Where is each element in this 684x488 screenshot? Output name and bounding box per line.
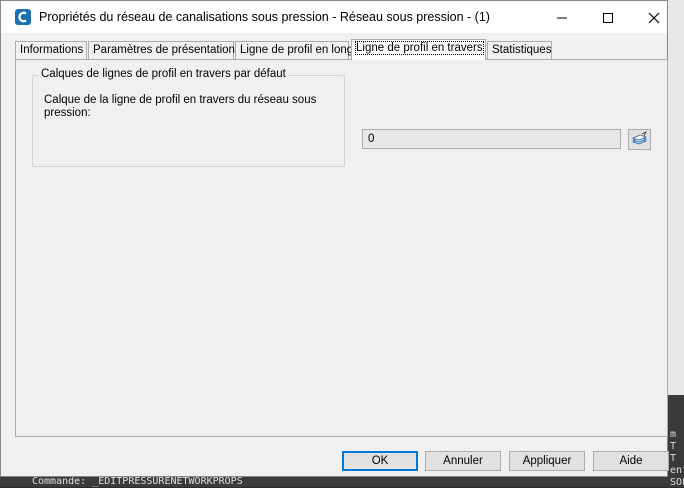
- help-button[interactable]: Aide: [593, 451, 669, 471]
- tab-informations[interactable]: Informations: [15, 41, 87, 59]
- close-icon: [648, 12, 660, 24]
- side-text-4: ent: [670, 465, 684, 476]
- command-line: Commande: _EDITPRESSURENETWORKPROPS: [0, 477, 668, 487]
- tab-profil-en-travers[interactable]: Ligne de profil en travers: [351, 39, 486, 60]
- tab-statistiques[interactable]: Statistiques: [487, 41, 552, 59]
- minimize-icon: [557, 17, 567, 19]
- side-text-5: SOLV: [670, 477, 684, 488]
- properties-dialog: Propriétés du réseau de canalisations so…: [0, 0, 669, 477]
- layers-icon: [631, 131, 648, 145]
- civil3d-c-icon: [15, 9, 31, 25]
- maximize-button[interactable]: [585, 1, 631, 33]
- close-button[interactable]: [631, 1, 677, 33]
- group-legend: Calques de lignes de profil en travers p…: [39, 68, 288, 80]
- maximize-icon: [603, 12, 613, 23]
- minimize-button[interactable]: [539, 1, 585, 33]
- default-layers-group: Calques de lignes de profil en travers p…: [32, 68, 345, 167]
- background-dark-area: m T T ent SOLV: [668, 395, 684, 488]
- side-text-1: m: [670, 429, 677, 440]
- cancel-button[interactable]: Annuler: [425, 451, 501, 471]
- side-text-2: T: [670, 441, 677, 452]
- ok-button[interactable]: OK: [342, 451, 418, 471]
- layer-label: Calque de la ligne de profil en travers …: [44, 94, 317, 119]
- layer-select-button[interactable]: [628, 129, 651, 150]
- title-bar: Propriétés du réseau de canalisations so…: [1, 1, 667, 33]
- layer-value-field: 0: [362, 129, 621, 149]
- window-title: Propriétés du réseau de canalisations so…: [39, 10, 490, 24]
- side-text-3: T: [670, 453, 677, 464]
- background-panel: m T T ent SOLV: [668, 0, 684, 488]
- tab-parametres-presentation[interactable]: Paramètres de présentation: [88, 41, 235, 59]
- tab-panel: Calques de lignes de profil en travers p…: [15, 59, 668, 437]
- apply-button[interactable]: Appliquer: [509, 451, 585, 471]
- tab-profil-en-long[interactable]: Ligne de profil en long: [235, 41, 353, 59]
